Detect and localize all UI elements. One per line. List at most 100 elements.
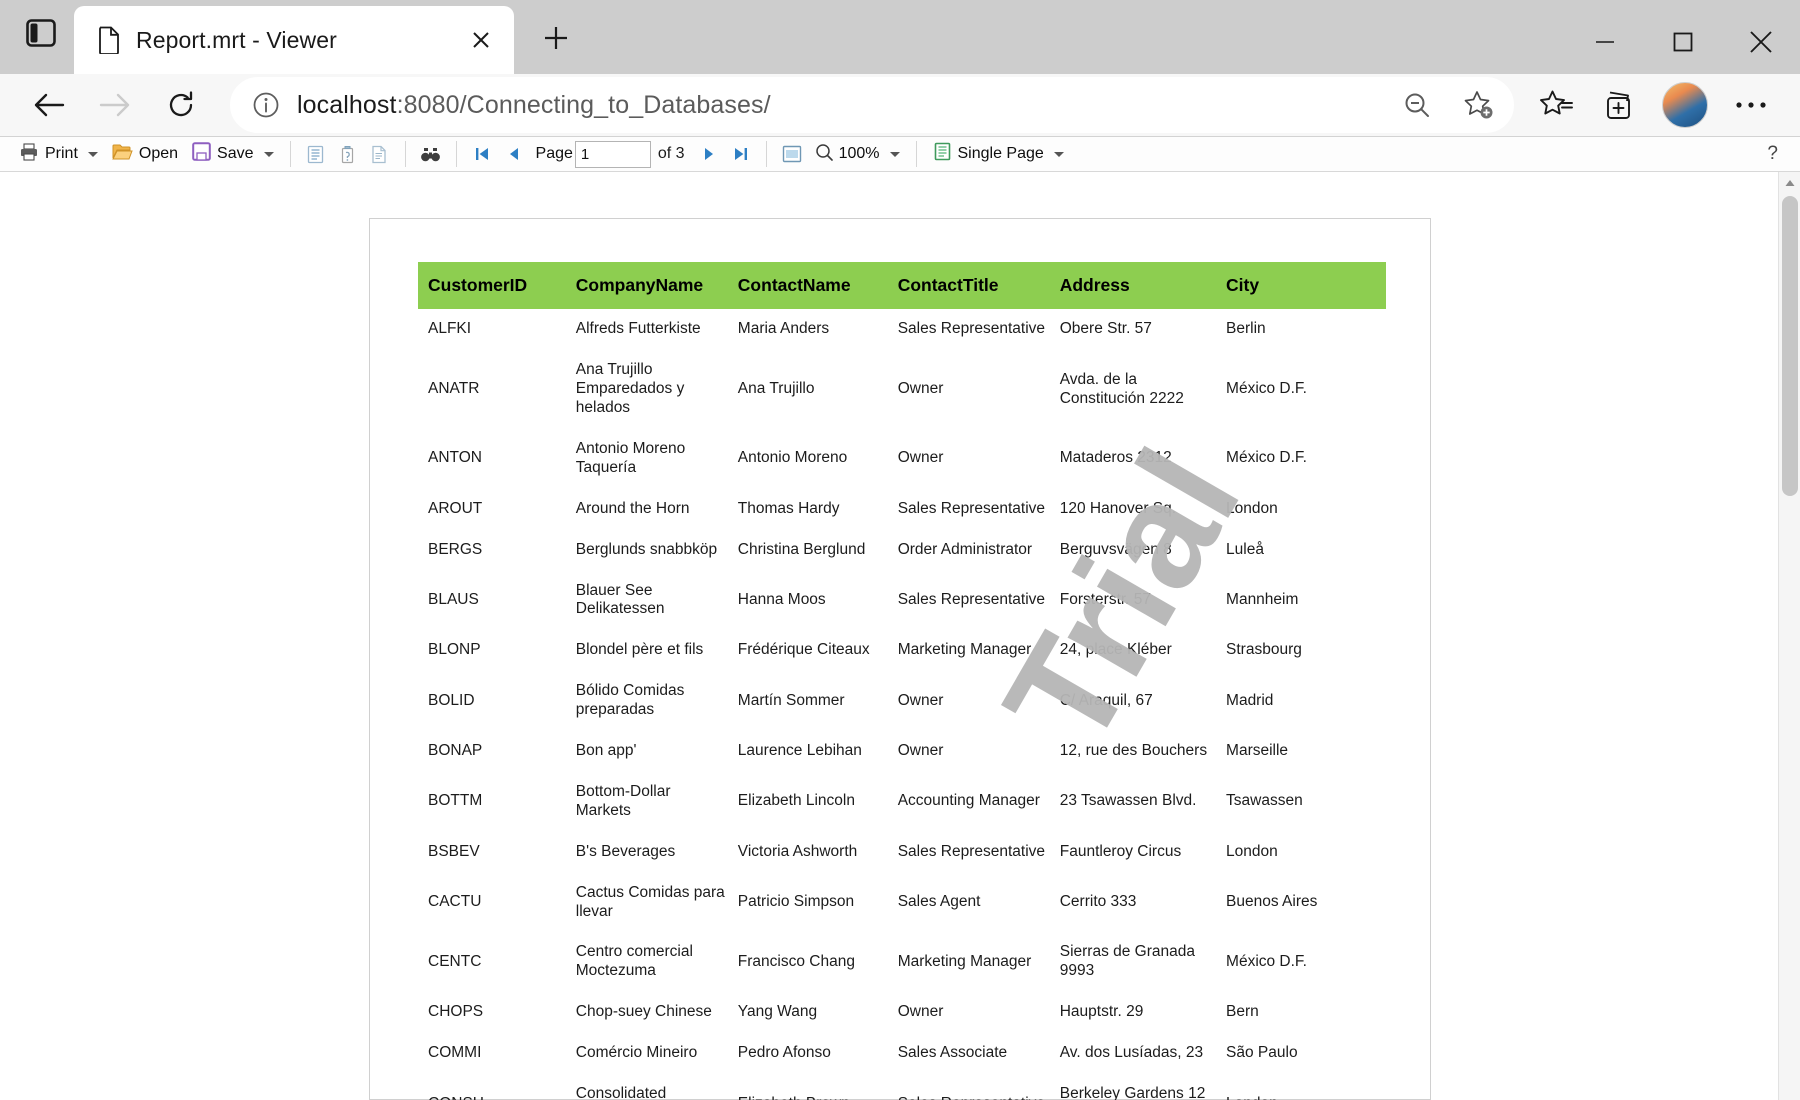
view-mode-control[interactable]: Single Page: [926, 137, 1071, 171]
table-cell: Chop-suey Chinese: [576, 992, 738, 1033]
table-cell: Mannheim: [1226, 571, 1386, 631]
table-cell: BLAUS: [418, 571, 576, 631]
forward-arrow-icon[interactable]: [84, 74, 146, 136]
star-plus-icon[interactable]: [1455, 81, 1503, 129]
table-cell: Luleå: [1226, 530, 1386, 571]
table-cell: Sales Associate: [898, 1033, 1060, 1074]
table-cell: Owner: [898, 350, 1060, 429]
browser-tab[interactable]: Report.mrt - Viewer: [74, 6, 514, 74]
scrollbar-thumb[interactable]: [1782, 196, 1798, 496]
zoom-control[interactable]: 100%: [808, 137, 907, 171]
table-cell: Marketing Manager: [898, 630, 1060, 671]
toolbar-divider: [456, 141, 457, 167]
toolbar-divider: [405, 141, 406, 167]
table-cell: CHOPS: [418, 992, 576, 1033]
parameters-icon[interactable]: [332, 138, 364, 170]
table-cell: 120 Hanover Sq.: [1060, 489, 1226, 530]
zoom-out-icon[interactable]: [1393, 81, 1441, 129]
last-page-icon[interactable]: [725, 138, 757, 170]
table-row: BONAPBon app'Laurence LebihanOwner12, ru…: [418, 731, 1386, 772]
table-row: BOLIDBólido Comidas preparadasMartín Som…: [418, 671, 1386, 731]
close-button[interactable]: [1722, 0, 1800, 84]
favorites-list-icon[interactable]: [1528, 76, 1586, 134]
full-screen-icon[interactable]: [776, 138, 808, 170]
table-cell: Cactus Comidas para llevar: [576, 873, 738, 933]
scroll-up-button[interactable]: [1779, 172, 1800, 194]
table-cell: Avda. de la Constitución 2222: [1060, 350, 1226, 429]
column-header: ContactTitle: [898, 262, 1060, 309]
info-circle-icon[interactable]: [249, 88, 283, 122]
address-bar-text: localhost:8080/Connecting_to_Databases/: [297, 91, 1379, 120]
chevron-down-icon[interactable]: [88, 152, 98, 157]
table-cell: Bottom-Dollar Markets: [576, 772, 738, 832]
table-cell: Thomas Hardy: [738, 489, 898, 530]
bookmarks-panel-icon[interactable]: [300, 138, 332, 170]
open-button[interactable]: Open: [105, 137, 185, 171]
reload-icon[interactable]: [150, 74, 212, 136]
back-arrow-icon[interactable]: [18, 74, 80, 136]
table-cell: Owner: [898, 671, 1060, 731]
collections-add-icon[interactable]: [1590, 76, 1648, 134]
vertical-scrollbar[interactable]: [1778, 172, 1800, 1100]
table-cell: Marketing Manager: [898, 932, 1060, 992]
table-cell: ALFKI: [418, 309, 576, 350]
ellipsis-more-icon[interactable]: [1722, 76, 1780, 134]
toolbar-divider: [916, 141, 917, 167]
page-number-input[interactable]: [575, 141, 651, 168]
table-cell: Ana Trujillo: [738, 350, 898, 429]
report-page: CustomerIDCompanyNameContactNameContactT…: [369, 218, 1431, 1100]
table-cell: Av. dos Lusíadas, 23: [1060, 1033, 1226, 1074]
maximize-button[interactable]: [1644, 0, 1722, 84]
minimize-button[interactable]: [1566, 0, 1644, 84]
tab-strip: Report.mrt - Viewer: [0, 0, 1800, 74]
table-row: ALFKIAlfreds FutterkisteMaria AndersSale…: [418, 309, 1386, 350]
chevron-down-icon[interactable]: [264, 152, 274, 157]
table-cell: Sales Representative: [898, 571, 1060, 631]
save-button[interactable]: Save: [185, 137, 280, 171]
address-bar[interactable]: localhost:8080/Connecting_to_Databases/: [230, 77, 1514, 133]
close-icon[interactable]: [464, 23, 498, 57]
print-label: Print: [45, 145, 78, 163]
table-row: AROUTAround the HornThomas HardySales Re…: [418, 489, 1386, 530]
profile-avatar[interactable]: [1662, 82, 1708, 128]
new-tab-button[interactable]: [530, 12, 582, 64]
table-cell: Martín Sommer: [738, 671, 898, 731]
table-cell: Accounting Manager: [898, 772, 1060, 832]
table-cell: Forsterstr. 57: [1060, 571, 1226, 631]
table-cell: BONAP: [418, 731, 576, 772]
table-cell: Sales Agent: [898, 873, 1060, 933]
next-page-icon[interactable]: [693, 138, 725, 170]
table-cell: BLONP: [418, 630, 576, 671]
table-cell: Elizabeth Brown: [738, 1074, 898, 1100]
table-cell: COMMI: [418, 1033, 576, 1074]
table-cell: AROUT: [418, 489, 576, 530]
help-button[interactable]: ?: [1767, 143, 1778, 165]
tab-title: Report.mrt - Viewer: [136, 27, 450, 54]
chevron-down-icon[interactable]: [1054, 152, 1064, 157]
sidebar-toggle-icon[interactable]: [8, 0, 74, 66]
table-header-row: CustomerIDCompanyNameContactNameContactT…: [418, 262, 1386, 309]
floppy-save-icon: [192, 142, 211, 166]
table-cell: Yang Wang: [738, 992, 898, 1033]
report-viewer: Print Open Sa: [0, 137, 1800, 1100]
table-cell: Elizabeth Lincoln: [738, 772, 898, 832]
table-cell: Berglunds snabbköp: [576, 530, 738, 571]
print-button[interactable]: Print: [12, 137, 105, 171]
table-cell: BOTTM: [418, 772, 576, 832]
single-page-icon: [933, 142, 952, 166]
table-cell: London: [1226, 1074, 1386, 1100]
resources-icon[interactable]: [364, 138, 396, 170]
table-cell: CACTU: [418, 873, 576, 933]
chevron-down-icon[interactable]: [890, 152, 900, 157]
table-cell: Alfreds Futterkiste: [576, 309, 738, 350]
binoculars-find-icon[interactable]: [415, 138, 447, 170]
table-cell: Buenos Aires: [1226, 873, 1386, 933]
column-header: Address: [1060, 262, 1226, 309]
first-page-icon[interactable]: [466, 138, 498, 170]
view-mode-label: Single Page: [958, 145, 1044, 163]
url-path: :8080/Connecting_to_Databases/: [397, 91, 771, 119]
table-cell: Sales Representative: [898, 489, 1060, 530]
table-cell: Victoria Ashworth: [738, 832, 898, 873]
previous-page-icon[interactable]: [498, 138, 530, 170]
table-cell: Ana Trujillo Emparedados y helados: [576, 350, 738, 429]
